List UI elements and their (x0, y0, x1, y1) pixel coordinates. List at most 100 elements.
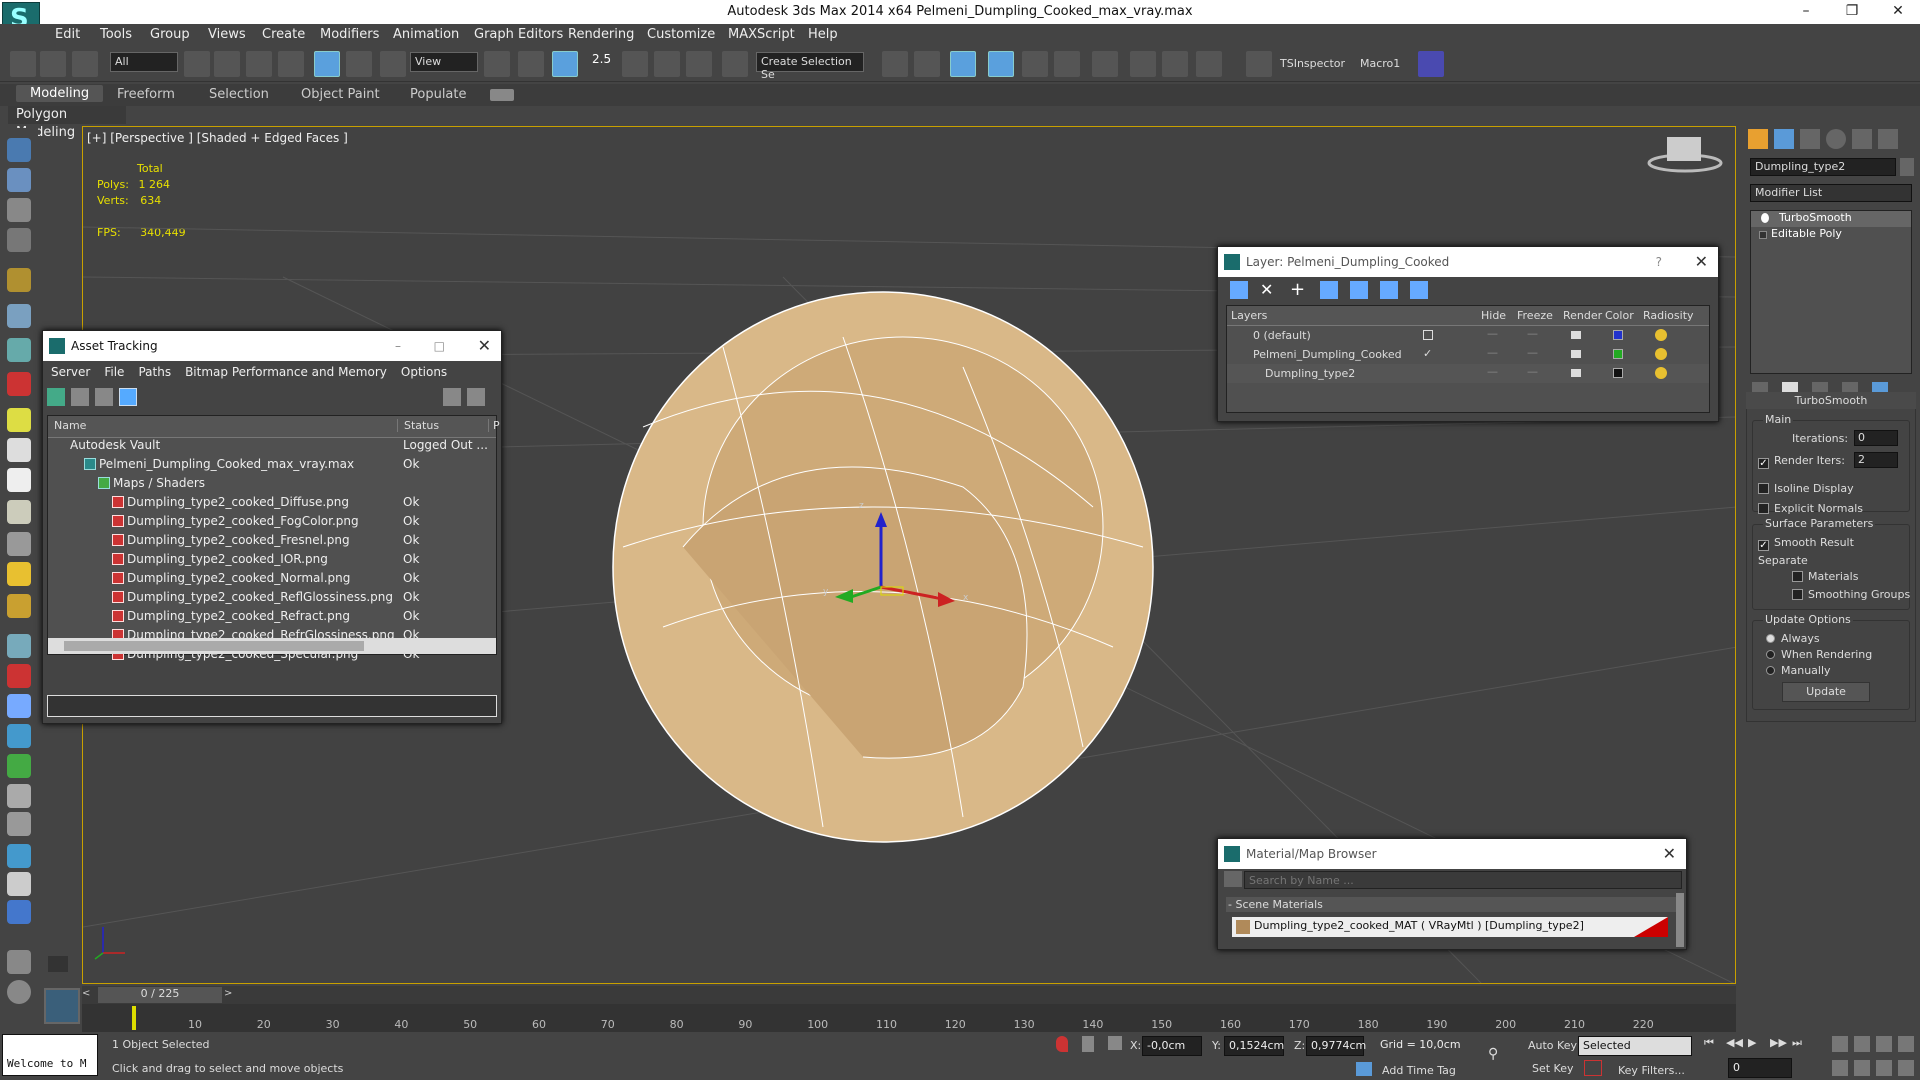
col-path[interactable]: P (488, 419, 500, 432)
new-layer-icon[interactable] (1230, 281, 1248, 299)
render-iters-spinner[interactable]: 2 (1854, 452, 1898, 468)
motion-tab-icon[interactable] (1826, 129, 1846, 149)
radiosity-icon[interactable] (1655, 329, 1667, 341)
asset-path-field[interactable] (47, 695, 497, 717)
hair-icon[interactable] (7, 784, 31, 808)
z-coordinate[interactable]: 0,9774cm (1306, 1036, 1366, 1056)
script-icon[interactable] (7, 872, 31, 896)
layer-window-titlebar[interactable]: Layer: Pelmeni_Dumpling_Cooked ? ✕ (1218, 247, 1718, 277)
menu-maxscript[interactable]: MAXScript (728, 27, 795, 42)
helper-icon[interactable] (7, 338, 31, 362)
always-radio[interactable] (1766, 634, 1775, 643)
layer-window[interactable]: Layer: Pelmeni_Dumpling_Cooked ? ✕ ✕ + L… (1217, 246, 1719, 422)
cone-icon[interactable] (7, 500, 31, 524)
col-radiosity[interactable]: Radiosity (1643, 309, 1694, 322)
browser-scrollbar[interactable] (1676, 893, 1684, 947)
menu-options[interactable]: Options (401, 365, 447, 379)
isolate-icon[interactable] (1056, 1036, 1068, 1052)
select-object-icon[interactable] (184, 51, 210, 77)
isoline-checkbox[interactable] (1758, 483, 1769, 494)
tab-freeform[interactable]: Freeform (117, 87, 175, 102)
prev-frame-arrow-icon[interactable]: < (82, 988, 96, 1002)
select-in-layer-icon[interactable] (1320, 281, 1338, 299)
edit-named-sets-icon[interactable] (722, 51, 748, 77)
zoom-all-icon[interactable] (1854, 1036, 1870, 1052)
layer-row[interactable]: Pelmeni_Dumpling_Cooked — — ✓ (1227, 345, 1709, 364)
render-teapot-icon[interactable] (1571, 369, 1581, 377)
tsinspector-icon[interactable] (1246, 51, 1272, 77)
list-icon[interactable] (7, 198, 31, 222)
vault-icon[interactable] (443, 388, 461, 406)
iterations-spinner[interactable]: 0 (1854, 430, 1898, 446)
spinner-snap-icon[interactable] (686, 51, 712, 77)
scene-materials-header[interactable]: - Scene Materials (1226, 897, 1678, 912)
next-frame-arrow-icon[interactable]: > (224, 988, 238, 1002)
plant-icon[interactable] (7, 754, 31, 778)
menu-file[interactable]: File (104, 365, 124, 379)
menu-graph-editors[interactable]: Graph Editors (474, 27, 563, 42)
layer-row[interactable]: Dumpling_type2 — — (1227, 364, 1709, 383)
mini-viewport-icon[interactable] (44, 988, 80, 1024)
radiosity-icon[interactable] (1655, 367, 1667, 379)
render-setup-icon[interactable] (1162, 51, 1188, 77)
lock-icon[interactable] (1082, 1036, 1094, 1052)
layer-color-swatch[interactable] (1613, 349, 1623, 359)
material-editor-icon[interactable] (1130, 51, 1156, 77)
radiosity-icon[interactable] (1655, 348, 1667, 360)
highlight-layer-icon[interactable] (1350, 281, 1368, 299)
shell-icon[interactable] (7, 812, 31, 836)
hide-toggle[interactable]: — (1487, 346, 1498, 359)
previous-frame-icon[interactable]: ◀◀ (1726, 1036, 1743, 1052)
x-coordinate[interactable]: -0,0cm (1142, 1036, 1202, 1056)
percent-snap-icon[interactable] (654, 51, 680, 77)
active-layer-check-icon[interactable]: ✓ (1423, 347, 1432, 360)
material-search-input[interactable] (1244, 871, 1682, 889)
graphite-toggle-icon[interactable] (1022, 51, 1048, 77)
freeze-all-icon[interactable] (1410, 281, 1428, 299)
tsinspector-label[interactable]: TSInspector (1280, 57, 1345, 70)
col-color[interactable]: Color (1605, 309, 1634, 322)
asset-row[interactable]: Autodesk Vault Logged Out ... (48, 438, 496, 457)
close-button[interactable]: ✕ (1876, 0, 1920, 24)
grid-icon[interactable] (7, 228, 31, 252)
menu-rendering[interactable]: Rendering (568, 27, 634, 42)
teapot-icon[interactable] (7, 138, 31, 162)
fov-icon[interactable] (1832, 1060, 1848, 1076)
modify-tab-icon[interactable] (1774, 129, 1794, 149)
orbit-icon[interactable] (1876, 1060, 1892, 1076)
render-teapot-icon[interactable] (1571, 350, 1581, 358)
layer-color-swatch[interactable] (1613, 330, 1623, 340)
set-key-button[interactable]: Set Key (1532, 1062, 1574, 1075)
asset-row[interactable]: Maps / Shaders (48, 476, 496, 495)
stack-item-editable-poly[interactable]: Editable Poly (1751, 227, 1911, 243)
zoom-icon[interactable] (1832, 1036, 1848, 1052)
dynamics-icon[interactable] (7, 664, 31, 688)
asset-row[interactable]: Dumpling_type2_cooked_FogColor.png Ok (48, 514, 496, 533)
manipulate-icon[interactable] (518, 51, 544, 77)
manually-radio[interactable] (1766, 666, 1775, 675)
link-icon[interactable] (10, 51, 36, 77)
light-icon[interactable] (7, 268, 31, 292)
globe-icon[interactable] (7, 724, 31, 748)
asset-row[interactable]: Dumpling_type2_cooked_Diffuse.png Ok (48, 495, 496, 514)
maximize-button[interactable]: ❐ (1830, 0, 1874, 24)
col-layers[interactable]: Layers (1231, 309, 1267, 322)
selection-filter-dropdown[interactable]: All (110, 52, 178, 72)
material-browser-titlebar[interactable]: Material/Map Browser ✕ (1218, 839, 1686, 869)
set-key-icon[interactable] (1584, 1060, 1602, 1076)
help-icon[interactable] (467, 388, 485, 406)
render-iters-checkbox[interactable]: ✓ (1758, 458, 1769, 469)
select-rotate-icon[interactable] (346, 51, 372, 77)
tab-populate[interactable]: Populate (410, 87, 467, 102)
col-hide[interactable]: Hide (1481, 309, 1506, 322)
close-icon[interactable]: ✕ (478, 331, 491, 361)
pivot-center-icon[interactable] (484, 51, 510, 77)
vray-icon[interactable] (7, 372, 31, 396)
auto-key-button[interactable]: Auto Key (1528, 1039, 1577, 1052)
current-layer-box[interactable] (1423, 330, 1433, 340)
sphere-blue-icon[interactable] (7, 844, 31, 868)
keyboard-shortcut-icon[interactable] (552, 51, 578, 77)
pyramid-icon[interactable] (7, 532, 31, 556)
select-scale-icon[interactable] (380, 51, 406, 77)
menu-server[interactable]: Server (51, 365, 90, 379)
